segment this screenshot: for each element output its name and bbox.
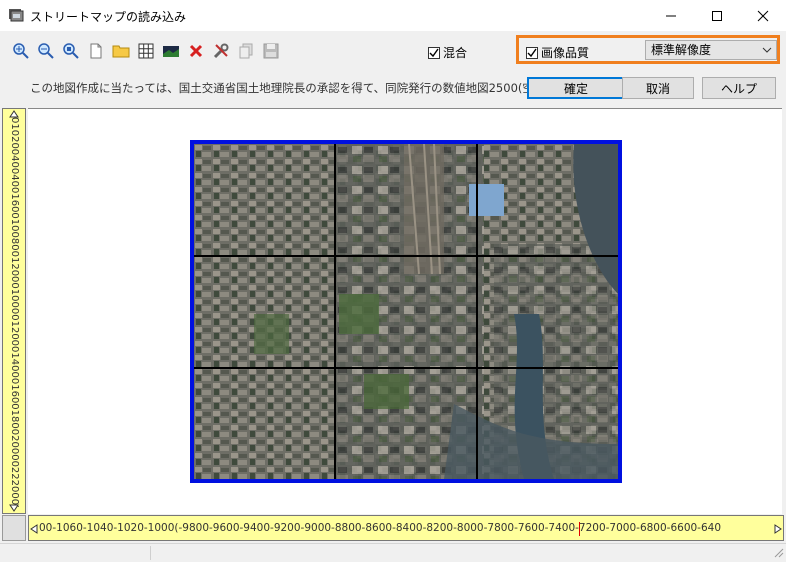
status-bar — [0, 543, 786, 562]
copy-icon — [239, 43, 253, 59]
vertical-ruler[interactable]: 0102004004001600100800120001000012000140… — [2, 108, 26, 514]
copy-button[interactable] — [235, 40, 257, 62]
aerial-photo-image — [194, 144, 618, 479]
blend-label: 混合 — [443, 46, 468, 60]
cancel-button[interactable]: 取消 — [622, 77, 694, 99]
resize-grip-icon[interactable] — [774, 548, 784, 558]
checkmark-icon — [429, 48, 439, 57]
copyright-notice: この地図作成に当たっては、国土交通省国土地理院長の承認を得て、同院発行の数値地図… — [30, 81, 534, 95]
close-button[interactable] — [740, 0, 786, 31]
ruler-corner — [2, 515, 26, 541]
vertical-ruler-labels: 0102004004001600100800120001000012000140… — [9, 117, 20, 507]
chevron-down-icon — [762, 41, 772, 64]
window-title: ストリートマップの読み込み — [30, 10, 187, 24]
quality-select-value: 標準解像度 — [651, 43, 712, 57]
open-folder-icon — [112, 45, 130, 58]
help-button[interactable]: ヘルプ — [702, 77, 776, 99]
image-layer-icon — [163, 46, 179, 57]
aerial-photo[interactable] — [190, 140, 622, 483]
zoom-in-button[interactable] — [10, 40, 32, 62]
grid-button[interactable] — [135, 40, 157, 62]
zoom-fit-icon — [63, 43, 79, 59]
delete-icon — [189, 44, 203, 58]
close-icon — [757, 10, 769, 21]
maximize-icon — [712, 10, 722, 21]
open-folder-button[interactable] — [110, 40, 132, 62]
status-divider — [150, 546, 151, 560]
quality-check-box[interactable] — [526, 46, 538, 59]
minimize-button[interactable] — [648, 0, 694, 31]
scroll-right-arrow-icon[interactable] — [774, 524, 782, 534]
grid-icon — [138, 43, 154, 59]
zoom-fit-button[interactable] — [60, 40, 82, 62]
zoom-in-icon — [13, 43, 29, 59]
zoom-out-icon — [38, 43, 54, 59]
app-icon — [8, 7, 24, 23]
blend-check-box[interactable] — [428, 46, 440, 59]
save-icon — [263, 43, 279, 59]
delete-button[interactable] — [185, 40, 207, 62]
tools-icon — [213, 43, 229, 59]
scroll-left-arrow-icon[interactable] — [30, 524, 38, 534]
quality-checkbox[interactable]: 画像品質 — [526, 44, 589, 61]
tools-button[interactable] — [210, 40, 232, 62]
blend-checkbox[interactable]: 混合 — [428, 44, 467, 61]
scroll-down-arrow-icon[interactable] — [9, 504, 19, 512]
quality-select[interactable]: 標準解像度 — [645, 40, 777, 60]
image-layer-button[interactable] — [160, 40, 182, 62]
ok-button[interactable]: 確定 — [527, 77, 625, 99]
save-button[interactable] — [260, 40, 282, 62]
zoom-out-button[interactable] — [35, 40, 57, 62]
new-document-icon — [90, 43, 102, 59]
horizontal-ruler[interactable]: 00-1060-1040-1020-1000(-9800-9600-9400-9… — [28, 515, 784, 541]
checkmark-icon — [527, 48, 537, 57]
horizontal-ruler-labels: 00-1060-1040-1020-1000(-9800-9600-9400-9… — [39, 522, 722, 534]
minimize-icon — [666, 15, 676, 16]
ruler-position-marker — [579, 522, 580, 536]
maximize-button[interactable] — [694, 0, 740, 31]
new-document-button[interactable] — [85, 40, 107, 62]
quality-label: 画像品質 — [541, 46, 590, 60]
